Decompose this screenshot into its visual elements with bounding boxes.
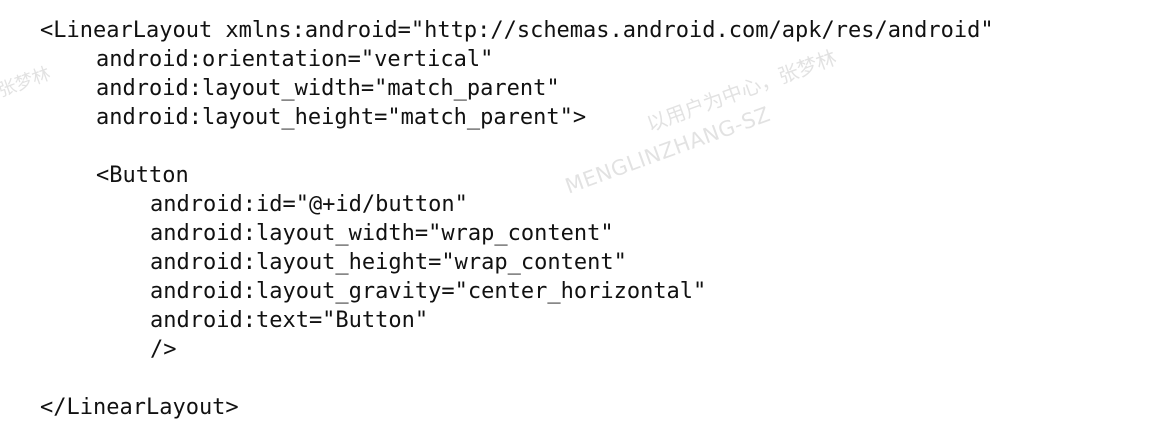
code-line: android:layout_width="wrap_content" [150, 221, 614, 246]
xml-code-block: <LinearLayout xmlns:android="http://sche… [40, 16, 994, 422]
code-line: android:orientation="vertical" [96, 47, 494, 72]
code-line: android:layout_height="match_parent"> [96, 105, 587, 130]
code-line: /> [150, 337, 177, 362]
code-line: android:text="Button" [150, 308, 429, 333]
code-line: android:layout_height="wrap_content" [150, 250, 627, 275]
code-line: android:layout_gravity="center_horizonta… [150, 279, 707, 304]
code-line: android:layout_width="match_parent" [96, 76, 560, 101]
code-line: <Button [96, 163, 189, 188]
code-line: android:id="@+id/button" [150, 192, 468, 217]
code-line: <LinearLayout xmlns:android="http://sche… [40, 18, 994, 43]
code-line: </LinearLayout> [40, 395, 239, 420]
